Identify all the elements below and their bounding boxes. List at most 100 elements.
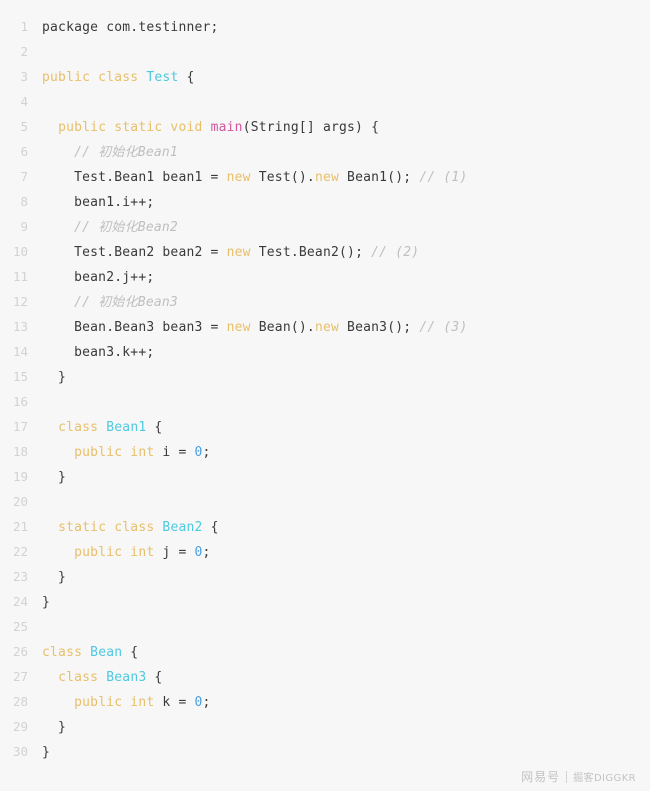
- token-keyword: new: [314, 320, 340, 335]
- token-number: 0: [194, 445, 203, 460]
- line-number: 12: [12, 294, 28, 309]
- code-line[interactable]: 9 // 初始化Bean2: [0, 214, 650, 239]
- token-comment: // (2): [371, 245, 420, 260]
- code-line[interactable]: 17 class Bean1 {: [0, 414, 650, 439]
- line-number: 14: [12, 344, 28, 359]
- token-plain: k =: [162, 695, 195, 710]
- code-line[interactable]: 1 package com.testinner;: [0, 14, 650, 39]
- line-number: 5: [20, 119, 28, 134]
- token-plain: i =: [162, 445, 195, 460]
- code-line-text: public class Test {: [42, 65, 195, 90]
- token-number: 0: [194, 545, 203, 560]
- code-line-text: }: [42, 740, 50, 765]
- token-keyword: public int: [74, 545, 163, 560]
- line-number: 3: [20, 69, 28, 84]
- token-number: 0: [194, 695, 203, 710]
- token-plain: }: [42, 470, 67, 485]
- token-plain: ;: [202, 445, 211, 460]
- line-number: 15: [12, 369, 28, 384]
- token-keyword: static class: [58, 520, 163, 535]
- token-plain: bean1.i++;: [42, 195, 155, 210]
- code-line[interactable]: 2: [0, 39, 650, 64]
- code-line[interactable]: 10 Test.Bean2 bean2 = new Test.Bean2(); …: [0, 239, 650, 264]
- line-number: 7: [20, 169, 28, 184]
- code-line[interactable]: 5 public static void main(String[] args)…: [0, 114, 650, 139]
- code-line[interactable]: 15 }: [0, 364, 650, 389]
- code-line[interactable]: 11 bean2.j++;: [0, 264, 650, 289]
- token-keyword: class: [58, 420, 107, 435]
- token-keyword: public int: [74, 695, 163, 710]
- code-line-text: // 初始化Bean1: [42, 140, 178, 165]
- code-line[interactable]: 8 bean1.i++;: [0, 189, 650, 214]
- code-editor[interactable]: 1 package com.testinner; 2 3 public class Te…: [0, 0, 650, 764]
- code-line-text: public int k = 0;: [42, 690, 211, 715]
- code-line[interactable]: 12 // 初始化Bean3: [0, 289, 650, 314]
- token-plain: package com.testinner;: [42, 20, 219, 35]
- code-line[interactable]: 30}: [0, 739, 650, 764]
- token-plain: Bean().: [250, 320, 315, 335]
- line-number: 21: [12, 519, 28, 534]
- code-line[interactable]: 24}: [0, 589, 650, 614]
- watermark-site: 掘客DIGGKR: [573, 773, 636, 784]
- token-plain: bean3.k++;: [42, 345, 155, 360]
- line-number: 18: [12, 444, 28, 459]
- watermark-separator-icon: [566, 770, 568, 783]
- code-line[interactable]: 18 public int i = 0;: [0, 439, 650, 464]
- code-line-text: class Bean1 {: [42, 415, 162, 440]
- line-number: 4: [20, 94, 28, 109]
- code-line-text: // 初始化Bean3: [42, 290, 178, 315]
- token-plain: {: [178, 70, 195, 85]
- code-line[interactable]: 28 public int k = 0;: [0, 689, 650, 714]
- code-line[interactable]: 26 class Bean {: [0, 639, 650, 664]
- token-keyword: public int: [74, 445, 163, 460]
- code-line[interactable]: 16: [0, 389, 650, 414]
- token-comment: // 初始化Bean1: [74, 145, 178, 160]
- code-line-text: Test.Bean2 bean2 = new Test.Bean2(); // …: [42, 240, 419, 265]
- watermark: 网易号 掘客DIGGKR: [521, 768, 636, 785]
- token-type: Bean: [90, 645, 123, 660]
- code-line-text: }: [42, 590, 50, 615]
- code-line[interactable]: 19 }: [0, 464, 650, 489]
- code-line[interactable]: 29 }: [0, 714, 650, 739]
- code-line[interactable]: 21 static class Bean2 {: [0, 514, 650, 539]
- code-line[interactable]: 23 }: [0, 564, 650, 589]
- code-line[interactable]: 3 public class Test {: [0, 64, 650, 89]
- token-keyword: new: [314, 170, 340, 185]
- code-line[interactable]: 22 public int j = 0;: [0, 539, 650, 564]
- code-line-text: bean1.i++;: [42, 190, 154, 215]
- token-type: Test: [146, 70, 179, 85]
- token-keyword: new: [226, 320, 251, 335]
- code-line-text: bean2.j++;: [42, 265, 154, 290]
- code-line[interactable]: 7 Test.Bean1 bean1 = new Test().new Bean…: [0, 164, 650, 189]
- line-number: 30: [12, 744, 28, 759]
- code-line[interactable]: 4: [0, 89, 650, 114]
- token-plain: }: [42, 370, 67, 385]
- token-type: Bean2: [162, 520, 203, 535]
- code-line[interactable]: 25: [0, 614, 650, 639]
- token-comment: // 初始化Bean2: [74, 220, 178, 235]
- token-plain: }: [42, 595, 51, 610]
- line-number: 8: [20, 194, 28, 209]
- token-plain: }: [42, 745, 51, 760]
- token-keyword: public class: [42, 70, 147, 85]
- watermark-brand: 网易号: [521, 770, 561, 784]
- code-line[interactable]: 20: [0, 489, 650, 514]
- line-number: 20: [12, 494, 28, 509]
- line-number: 6: [20, 144, 28, 159]
- line-number: 2: [20, 44, 28, 59]
- code-line[interactable]: 13 Bean.Bean3 bean3 = new Bean().new Bea…: [0, 314, 650, 339]
- token-plain: Test.Bean1 bean1 =: [42, 170, 227, 185]
- token-keyword: public static void: [58, 120, 211, 135]
- token-type: Bean3: [106, 670, 147, 685]
- code-line[interactable]: 14 bean3.k++;: [0, 339, 650, 364]
- code-line[interactable]: 27 class Bean3 {: [0, 664, 650, 689]
- token-function: main: [210, 120, 243, 135]
- code-line-text: class Bean3 {: [42, 665, 162, 690]
- token-plain: j =: [162, 545, 195, 560]
- code-line[interactable]: 6 // 初始化Bean1: [0, 139, 650, 164]
- line-number: 1: [20, 19, 28, 34]
- token-comment: // (3): [419, 320, 468, 335]
